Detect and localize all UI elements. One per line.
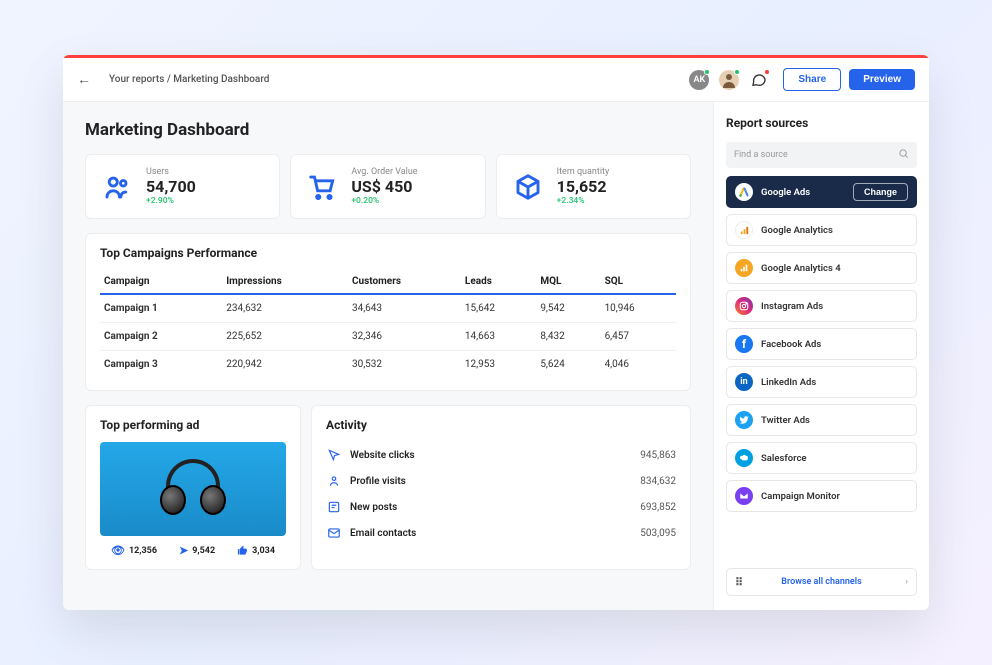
kpi-item-qty: Item quantity 15,652 +2.34% [496,154,691,219]
kpi-value: 15,652 [557,177,610,196]
cursor-icon [326,447,342,463]
table-row: Campaign 2225,65232,34614,6638,4326,457 [100,323,676,351]
activity-title: Activity [326,418,676,432]
sidebar-title: Report sources [726,116,917,130]
kpi-row: Users 54,700 +2.90% Avg. Order Value US$… [85,154,691,219]
col-sql: SQL [601,270,676,294]
instagram-icon [735,297,753,315]
avatar-initials[interactable]: AK [689,70,709,90]
ga4-icon [735,259,753,277]
campaigns-table: Campaign Impressions Customers Leads MQL… [100,270,676,378]
kpi-value: US$ 450 [351,177,417,196]
col-campaign: Campaign [100,270,222,294]
source-linkedin[interactable]: in LinkedIn Ads [726,366,917,398]
kpi-delta: +2.90% [146,196,196,206]
kpi-label: Item quantity [557,167,610,177]
ad-shares: 9,542 [192,546,215,556]
source-salesforce[interactable]: Salesforce [726,442,917,474]
main-panel: Marketing Dashboard Users 54,700 +2.90% … [63,102,713,610]
kpi-label: Avg. Order Value [351,167,417,177]
app-window: ← Your reports / Marketing Dashboard AK … [63,55,929,610]
linkedin-icon: in [735,373,753,391]
source-instagram[interactable]: Instagram Ads [726,290,917,322]
activity-row: Email contacts 503,095 [326,520,676,546]
eye-icon: 👁 [111,544,125,557]
ad-stats: 👁 12,356 ➤ 9,542 3,034 [100,544,286,557]
avatar-image[interactable] [719,70,739,90]
campaigns-title: Top Campaigns Performance [100,246,676,260]
ad-likes: 3,034 [252,546,275,556]
sidebar: Report sources Find a source Google Ads … [713,102,929,610]
activity-card: Activity Website clicks 945,863 Profile … [311,405,691,570]
ga-icon [735,221,753,239]
kpi-value: 54,700 [146,177,196,196]
top-ad-title: Top performing ad [100,418,286,432]
table-row: Campaign 3220,94230,53212,9535,6244,046 [100,351,676,379]
search-input[interactable]: Find a source [726,142,917,168]
google-ads-icon [735,183,753,201]
back-arrow-icon[interactable]: ← [77,71,91,88]
source-campaign-monitor[interactable]: Campaign Monitor [726,480,917,512]
top-ad-card: Top performing ad 👁 12,356 ➤ 9,542 3,034 [85,405,301,570]
avatar-group: AK [689,70,769,90]
table-row: Campaign 1234,63234,64315,6429,54210,946 [100,294,676,323]
ad-image [100,442,286,536]
share-button[interactable]: Share [783,68,841,91]
breadcrumb[interactable]: Your reports / Marketing Dashboard [109,74,269,85]
col-impressions: Impressions [222,270,348,294]
box-icon [511,170,545,204]
ad-views: 12,356 [129,546,157,556]
campaigns-card: Top Campaigns Performance Campaign Impre… [85,233,691,391]
campaign-monitor-icon [735,487,753,505]
kpi-order-value: Avg. Order Value US$ 450 +0.20% [290,154,485,219]
source-google-ads[interactable]: Google Ads Change [726,176,917,208]
source-facebook[interactable]: f Facebook Ads [726,328,917,360]
cart-icon [305,170,339,204]
browse-channels[interactable]: ⠿ Browse all channels › [726,568,917,596]
kpi-delta: +0.20% [351,196,417,206]
source-twitter[interactable]: Twitter Ads [726,404,917,436]
post-icon [326,499,342,515]
users-icon [100,170,134,204]
chevron-right-icon: › [905,577,908,587]
kpi-users: Users 54,700 +2.90% [85,154,280,219]
topbar: ← Your reports / Marketing Dashboard AK … [63,58,929,102]
send-icon: ➤ [179,544,188,557]
source-google-analytics[interactable]: Google Analytics [726,214,917,246]
headphone-icon [156,457,230,521]
col-leads: Leads [461,270,536,294]
salesforce-icon [735,449,753,467]
profile-icon [326,473,342,489]
activity-row: Profile visits 834,632 [326,468,676,494]
twitter-icon [735,411,753,429]
col-mql: MQL [536,270,600,294]
facebook-icon: f [735,335,753,353]
preview-button[interactable]: Preview [849,69,915,90]
change-button[interactable]: Change [853,183,908,201]
grid-icon: ⠿ [735,576,743,589]
source-ga4[interactable]: Google Analytics 4 [726,252,917,284]
col-customers: Customers [348,270,461,294]
page-title: Marketing Dashboard [85,120,691,140]
search-icon [898,148,909,162]
activity-row: Website clicks 945,863 [326,442,676,468]
chat-icon[interactable] [749,70,769,90]
kpi-label: Users [146,167,196,177]
activity-row: New posts 693,852 [326,494,676,520]
kpi-delta: +2.34% [557,196,610,206]
mail-icon [326,525,342,541]
like-icon [237,545,248,556]
